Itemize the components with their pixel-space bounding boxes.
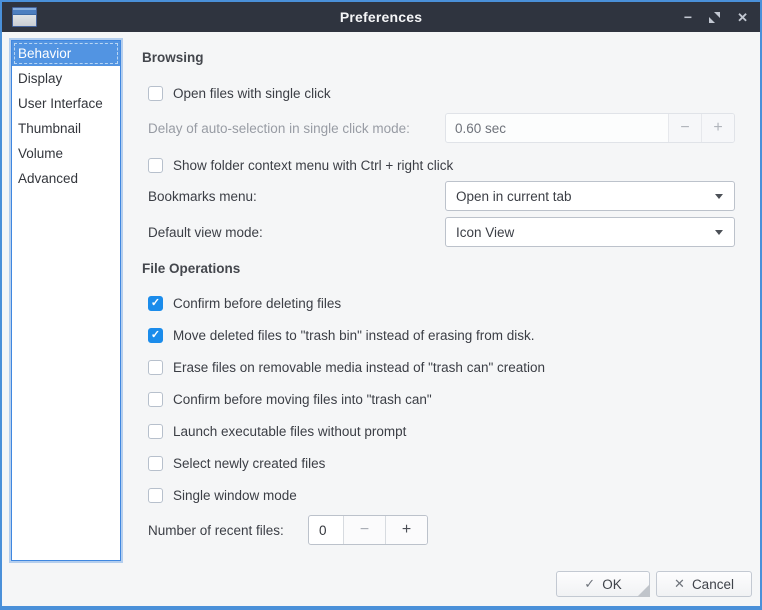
checkbox-open-single-click[interactable]: ✓ Open files with single click <box>148 83 331 103</box>
bookmarks-menu-label: Bookmarks menu: <box>148 189 257 204</box>
checkbox-confirm-delete[interactable]: ✓ Confirm before deleting files <box>148 293 341 313</box>
checkbox-box[interactable]: ✓ <box>148 86 163 101</box>
default-view-combo[interactable]: Icon View <box>445 217 735 247</box>
close-icon: ✕ <box>737 11 748 24</box>
behavior-page: Browsing ✓ Open files with single click … <box>140 32 760 606</box>
recent-files-value[interactable]: 0 <box>309 516 343 544</box>
ok-button-label: OK <box>602 577 622 592</box>
minimize-button[interactable]: − <box>684 10 692 24</box>
delay-minus-button[interactable]: − <box>668 114 701 142</box>
checkbox-label: Confirm before deleting files <box>173 296 341 311</box>
cancel-button-label: Cancel <box>692 577 734 592</box>
check-icon: ✓ <box>584 576 595 592</box>
cancel-button[interactable]: ✕ Cancel <box>656 571 752 597</box>
resize-grip[interactable] <box>637 584 650 597</box>
checkbox-label: Erase files on removable media instead o… <box>173 360 545 375</box>
checkbox-box[interactable]: ✓ <box>148 158 163 173</box>
checkbox-label: Single window mode <box>173 488 297 503</box>
ok-button[interactable]: ✓ OK <box>556 571 650 597</box>
checkbox-box[interactable]: ✓ <box>148 296 163 311</box>
titlebar[interactable]: Preferences − ✕ <box>2 2 760 32</box>
category-list: Behavior Display User Interface Thumbnai… <box>11 40 121 561</box>
sidebar-item-display[interactable]: Display <box>12 66 120 91</box>
checkbox-box[interactable]: ✓ <box>148 424 163 439</box>
recent-files-plus-button[interactable]: + <box>385 516 427 544</box>
checkbox-box[interactable]: ✓ <box>148 392 163 407</box>
sidebar-item-volume[interactable]: Volume <box>12 141 120 166</box>
preferences-window: Preferences − ✕ Behavior Display User In… <box>0 0 762 610</box>
checkbox-box[interactable]: ✓ <box>148 488 163 503</box>
checkbox-erase-removable[interactable]: ✓ Erase files on removable media instead… <box>148 357 545 377</box>
checkbox-move-to-trash[interactable]: ✓ Move deleted files to "trash bin" inst… <box>148 325 535 345</box>
minimize-icon: − <box>684 10 692 24</box>
window-controls: − ✕ <box>684 2 748 32</box>
checkbox-box[interactable]: ✓ <box>148 456 163 471</box>
sidebar-item-advanced[interactable]: Advanced <box>12 166 120 191</box>
checkbox-launch-executable[interactable]: ✓ Launch executable files without prompt <box>148 421 406 441</box>
delay-label: Delay of auto-selection in single click … <box>148 121 410 136</box>
checkbox-single-window[interactable]: ✓ Single window mode <box>148 485 297 505</box>
default-view-label: Default view mode: <box>148 225 263 240</box>
bookmarks-menu-combo[interactable]: Open in current tab <box>445 181 735 211</box>
close-button[interactable]: ✕ <box>737 11 748 24</box>
checkbox-confirm-move-trash[interactable]: ✓ Confirm before moving files into "tras… <box>148 389 432 409</box>
delay-label-row: Delay of auto-selection in single click … <box>148 118 410 138</box>
check-icon: ✓ <box>151 330 160 341</box>
recent-files-minus-button[interactable]: − <box>343 516 385 544</box>
window-title: Preferences <box>340 9 422 25</box>
default-view-value: Icon View <box>456 225 514 240</box>
chevron-down-icon <box>715 194 723 199</box>
checkbox-label: Confirm before moving files into "trash … <box>173 392 432 407</box>
browsing-section-header: Browsing <box>142 50 204 65</box>
maximize-button[interactable] <box>708 11 721 24</box>
close-icon: ✕ <box>674 576 685 592</box>
checkbox-box[interactable]: ✓ <box>148 360 163 375</box>
checkbox-label: Show folder context menu with Ctrl + rig… <box>173 158 453 173</box>
delay-value[interactable]: 0.60 sec <box>446 114 668 142</box>
bookmarks-menu-value: Open in current tab <box>456 189 572 204</box>
check-icon: ✓ <box>151 298 160 309</box>
sidebar-item-thumbnail[interactable]: Thumbnail <box>12 116 120 141</box>
restore-icon <box>708 11 721 24</box>
default-view-label-row: Default view mode: <box>148 222 263 242</box>
recent-files-spinbox: 0 − + <box>308 515 428 545</box>
dialog-content: Behavior Display User Interface Thumbnai… <box>2 32 760 606</box>
sidebar-item-behavior[interactable]: Behavior <box>12 41 120 66</box>
bookmarks-menu-label-row: Bookmarks menu: <box>148 186 257 206</box>
checkbox-label: Launch executable files without prompt <box>173 424 406 439</box>
checkbox-box[interactable]: ✓ <box>148 328 163 343</box>
checkbox-select-new-files[interactable]: ✓ Select newly created files <box>148 453 325 473</box>
recent-files-label: Number of recent files: <box>148 523 284 538</box>
checkbox-label: Move deleted files to "trash bin" instea… <box>173 328 535 343</box>
file-operations-section-header: File Operations <box>142 261 240 276</box>
checkbox-label: Select newly created files <box>173 456 325 471</box>
chevron-down-icon <box>715 230 723 235</box>
checkbox-ctrl-right-click[interactable]: ✓ Show folder context menu with Ctrl + r… <box>148 155 453 175</box>
delay-spinbox: 0.60 sec − + <box>445 113 735 143</box>
delay-plus-button[interactable]: + <box>701 114 734 142</box>
sidebar-item-user-interface[interactable]: User Interface <box>12 91 120 116</box>
checkbox-label: Open files with single click <box>173 86 331 101</box>
recent-files-label-row: Number of recent files: <box>148 520 284 540</box>
window-app-icon <box>12 7 37 27</box>
